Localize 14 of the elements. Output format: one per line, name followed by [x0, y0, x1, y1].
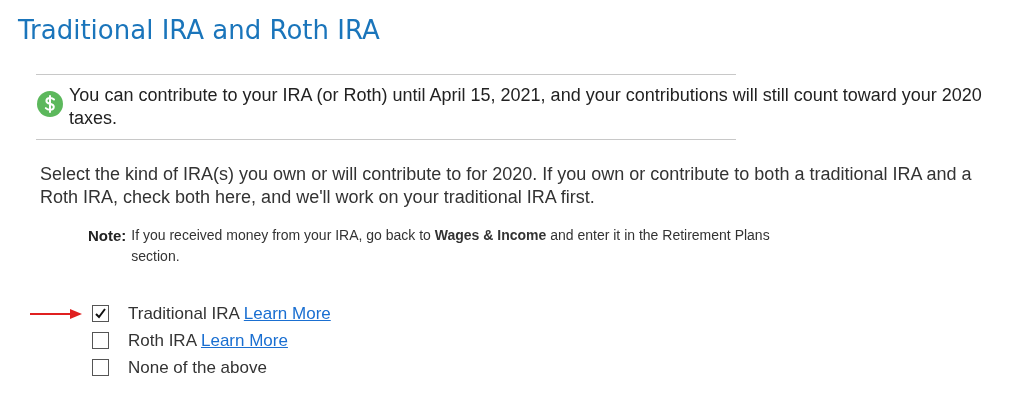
checkbox[interactable] — [92, 305, 109, 322]
instructions-text: Select the kind of IRA(s) you own or will contribute to for 2020. If you own or contribute to both a traditional IRA and a Roth IRA, check both here, and we'll work on your traditional IRA first. — [40, 163, 973, 209]
checkbox[interactable] — [92, 332, 109, 349]
note-label: Note: — [88, 226, 127, 246]
option-label: Roth IRA — [128, 329, 197, 352]
callout-text: You can contribute to your IRA (or Roth) until April 15, 2021, and your contributions will still count toward your 2020 taxes. — [69, 84, 983, 130]
learn-more-link[interactable]: Learn More — [201, 327, 288, 354]
page-title: Traditional IRA and Roth IRA — [18, 14, 380, 47]
dollar-icon — [37, 91, 63, 117]
learn-more-link[interactable]: Learn More — [243, 300, 331, 327]
checkbox[interactable] — [92, 359, 109, 376]
option-label: None of the above — [128, 356, 267, 379]
option-label: Traditional IRA — [128, 302, 240, 325]
note-text: If you received money from your IRA, go back to Wages & Income and enter it in the Retirement Plans section. — [131, 226, 771, 266]
